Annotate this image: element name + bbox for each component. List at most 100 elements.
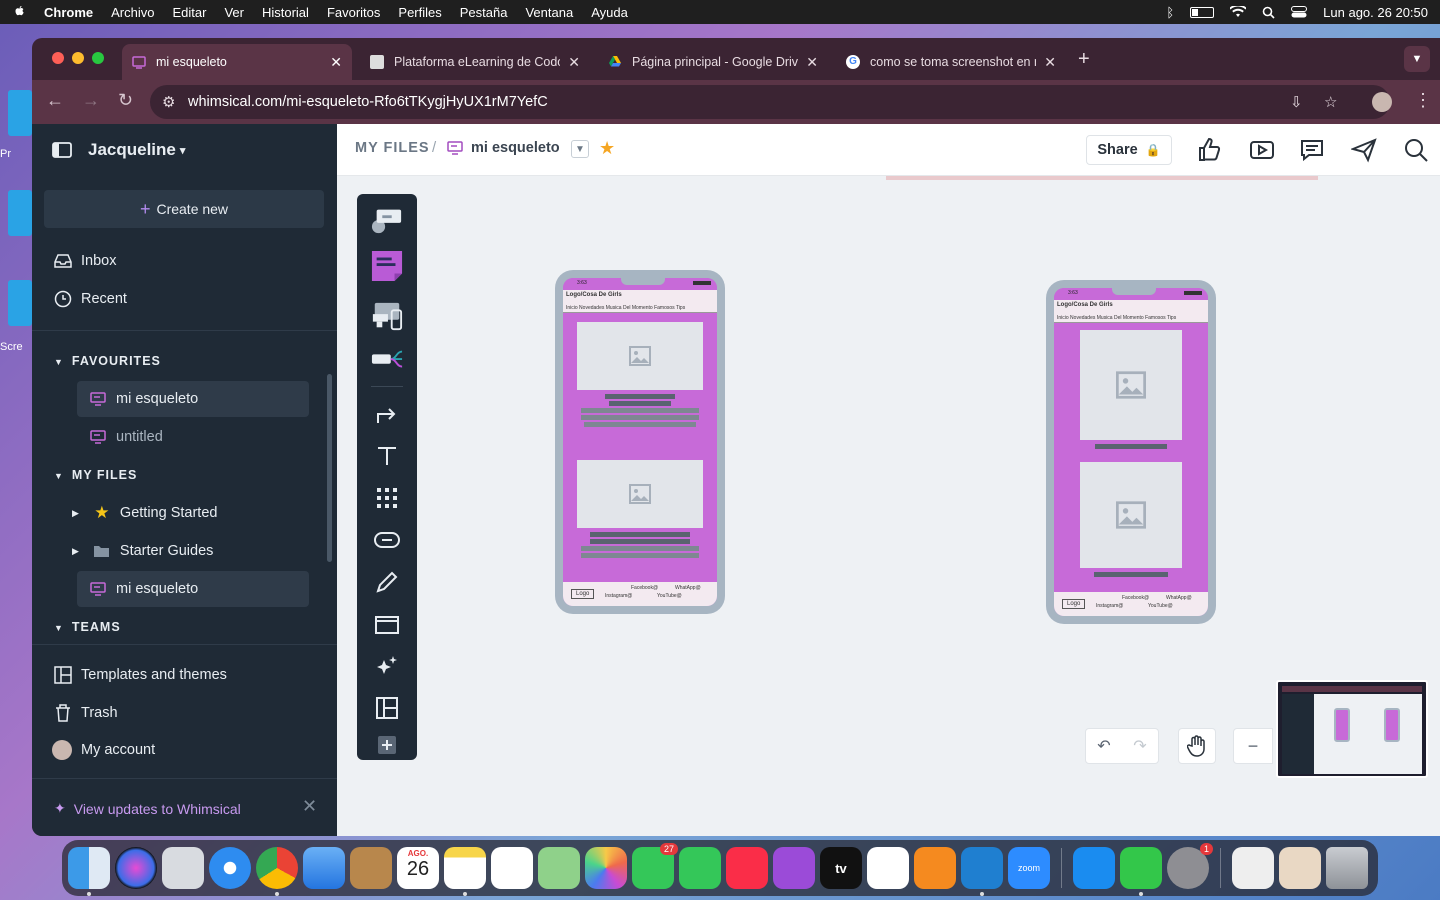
text-tool-icon[interactable] [371,440,403,472]
connector-tool-icon[interactable] [371,398,403,430]
back-icon[interactable]: ← [46,90,64,111]
news-icon[interactable] [867,847,909,889]
sidebar-scrollbar[interactable] [327,374,332,562]
sticky-note-tool-icon[interactable] [371,250,403,282]
desktop-file-icon[interactable] [8,280,32,326]
menu-ayuda[interactable]: Ayuda [591,5,628,20]
sidebar-item-account[interactable]: My account [52,740,155,760]
chrome-document-icon[interactable] [1232,847,1274,889]
menu-perfiles[interactable]: Perfiles [398,5,441,20]
favourite-mi-esqueleto[interactable]: mi esqueleto [89,390,198,408]
facetime-icon[interactable] [679,847,721,889]
menu-historial[interactable]: Historial [262,5,309,20]
link-tool-icon[interactable] [371,524,403,556]
sidebar-item-templates[interactable]: Templates and themes [54,666,227,684]
launchpad-icon[interactable] [162,847,204,889]
undo-icon[interactable]: ↶ [1086,736,1122,756]
notes-icon[interactable] [444,847,486,896]
safari-icon[interactable] [209,847,251,889]
workspace-switcher[interactable]: Jacqueline ▾ [52,140,185,160]
share-button[interactable]: Share 🔒 [1086,135,1172,165]
chevron-down-icon[interactable]: ▾ [180,144,186,157]
presentation-icon[interactable] [1249,137,1275,163]
bluetooth-icon[interactable]: ᛒ [1166,5,1174,20]
folder-getting-started[interactable]: ▶ ★ Getting Started [72,503,217,522]
menu-favoritos[interactable]: Favoritos [327,5,380,20]
pencil-tool-icon[interactable] [371,566,403,598]
close-updates-icon[interactable]: ✕ [302,796,317,817]
wireframe-tool-icon[interactable] [371,300,403,332]
sidebar-item-trash[interactable]: Trash [54,704,118,722]
more-tools-icon[interactable] [371,734,403,756]
favourite-untitled[interactable]: untitled [89,428,163,446]
phone-wireframe-2[interactable]: 3:63 Logo/Cosa De Girls Inicio Novedades… [1046,280,1216,624]
search-icon[interactable] [1403,137,1429,163]
phone-wireframe-1[interactable]: 3:63 Logo/Cosa De Girls Inicio Novedades… [555,270,725,614]
page-title[interactable]: mi esqueleto [471,140,560,156]
canvas-minimap[interactable] [1276,680,1428,778]
finder-icon[interactable] [68,847,110,896]
url-text[interactable]: whimsical.com/mi-esqueleto-Rfo6tTKygjHyU… [188,94,548,110]
siri-icon[interactable] [115,847,157,889]
menu-editar[interactable]: Editar [172,5,206,20]
myfiles-section[interactable]: ▼ MY FILES [54,468,137,482]
control-center-icon[interactable] [1291,6,1308,18]
calendar-icon[interactable]: AGO. 26 [397,847,439,889]
teams-section[interactable]: ▼ TEAMS [54,620,121,634]
trash-icon[interactable] [1326,847,1368,889]
view-updates-link[interactable]: ✦ View updates to Whimsical [54,800,241,817]
tab-google-drive[interactable]: Página principal - Google Drive ✕ [598,44,828,80]
search-icon[interactable] [1262,6,1275,19]
flowchart-tool-icon[interactable] [371,204,403,236]
photos-icon[interactable] [585,847,627,889]
menu-archivo[interactable]: Archivo [111,5,154,20]
messages-icon[interactable]: 27 [632,843,678,889]
menu-ver[interactable]: Ver [224,5,244,20]
mindmap-tool-icon[interactable] [371,344,403,376]
folder-starter-guides[interactable]: ▶ Starter Guides [72,542,213,560]
reminders-icon[interactable] [491,847,533,889]
close-tab-icon[interactable]: ✕ [330,54,342,71]
send-icon[interactable] [1351,137,1377,163]
minimize-window-button[interactable] [72,52,84,64]
breadcrumb-my-files[interactable]: MY FILES [355,140,430,156]
sidebar-item-inbox[interactable]: Inbox [54,252,116,270]
maps-icon[interactable] [538,847,580,889]
reload-icon[interactable]: ↻ [118,90,133,111]
image-thumbnail-icon[interactable] [1279,847,1321,889]
caret-right-icon[interactable]: ▶ [72,546,79,557]
tab-plataforma-elearning[interactable]: Plataforma eLearning de Codo ✕ [360,44,590,80]
menubar-datetime[interactable]: Lun ago. 26 20:50 [1323,5,1428,20]
forward-icon[interactable]: → [82,90,100,111]
bookmark-star-icon[interactable]: ☆ [1324,93,1337,111]
sidebar-item-recent[interactable]: Recent [54,290,127,308]
desktop-file-icon[interactable] [8,190,32,236]
system-settings-icon[interactable]: 1 [1167,843,1213,889]
menu-app-name[interactable]: Chrome [44,5,93,20]
grid-tool-icon[interactable] [371,482,403,514]
caret-right-icon[interactable]: ▶ [72,508,79,519]
profile-avatar[interactable] [1372,92,1392,112]
favourite-star-icon[interactable]: ★ [599,138,615,159]
books-icon[interactable] [914,847,956,889]
music-icon[interactable] [726,847,768,889]
workspace-name[interactable]: Jacqueline [88,140,176,160]
wifi-icon[interactable] [1230,6,1247,18]
vscode-icon[interactable] [961,847,1003,896]
templates-tool-icon[interactable] [371,692,403,724]
zoom-window-button[interactable] [92,52,104,64]
chrome-icon[interactable] [256,847,298,896]
menu-pestana[interactable]: Pestaña [460,5,508,20]
battery-icon[interactable] [1190,6,1215,18]
contacts-icon[interactable] [350,847,392,889]
tab-search-button[interactable]: ▼ [1404,46,1430,72]
tab-mi-esqueleto[interactable]: mi esqueleto ✕ [122,44,352,80]
thumbs-up-icon[interactable] [1197,137,1223,163]
close-tab-icon[interactable]: ✕ [806,54,818,71]
canvas-area[interactable]: MY FILES / mi esqueleto ▼ ★ Share 🔒 3:63… [337,124,1440,836]
hand-tool-button[interactable] [1178,728,1216,764]
mail-icon[interactable] [303,847,345,889]
close-tab-icon[interactable]: ✕ [1044,54,1056,71]
podcasts-icon[interactable] [773,847,815,889]
new-tab-icon[interactable]: + [1078,48,1090,71]
